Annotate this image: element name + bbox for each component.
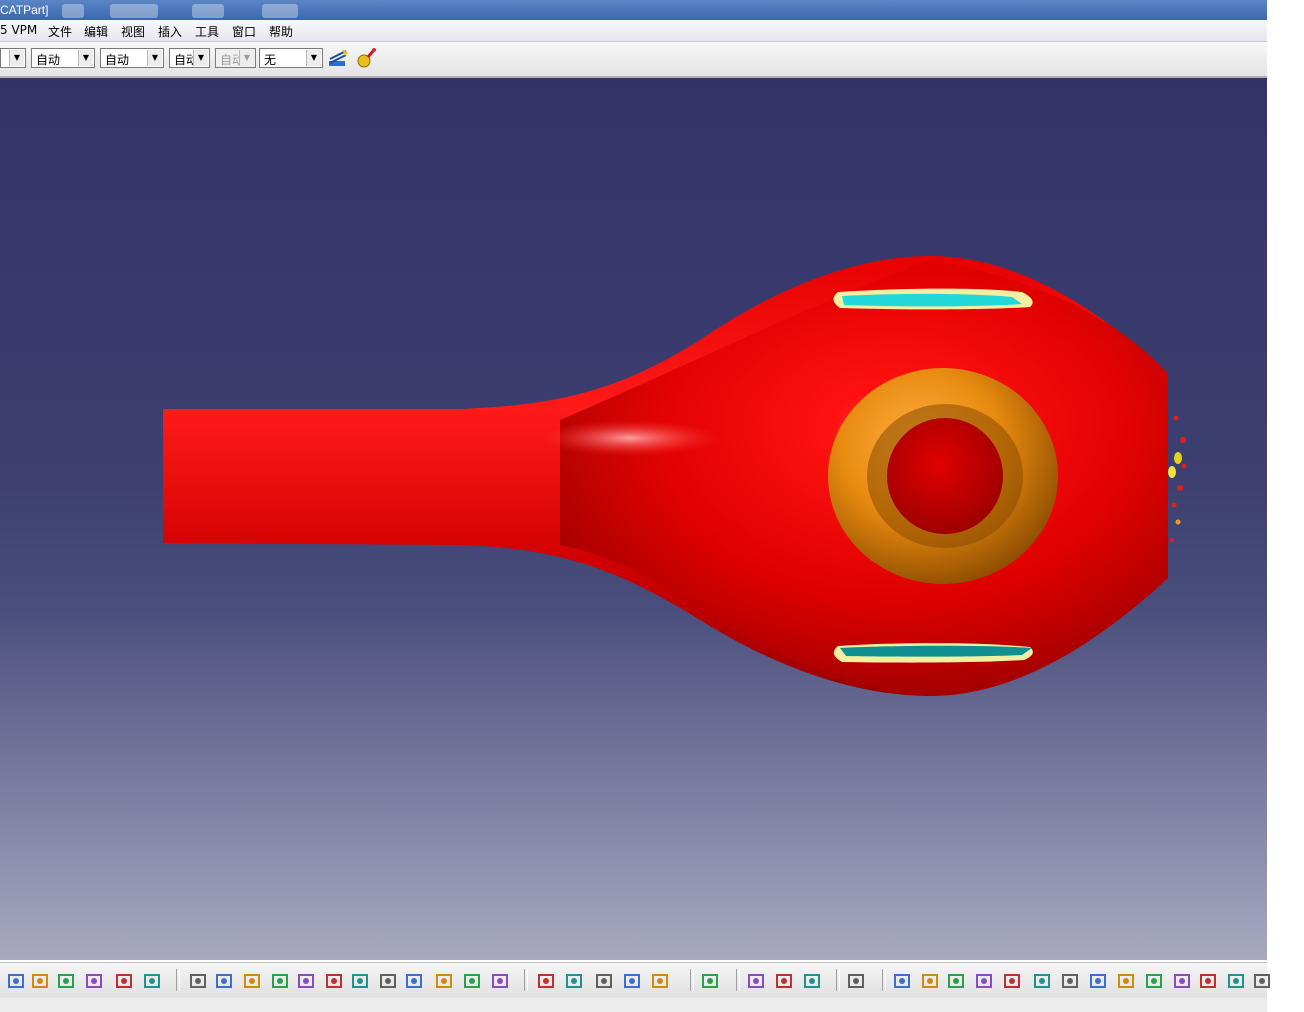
copy-icon[interactable] xyxy=(30,971,50,991)
taskbar-ghost xyxy=(62,4,84,18)
capture-icon[interactable] xyxy=(892,971,912,991)
paste-icon[interactable] xyxy=(56,971,76,991)
end-features xyxy=(1168,415,1187,542)
cube-icon[interactable] xyxy=(1088,971,1108,991)
bottom-toolbar xyxy=(0,962,1270,1000)
menu-bar: 5 VPM 文件 编辑 视图 插入 工具 窗口 帮助 xyxy=(0,20,1267,42)
toolbar-separator xyxy=(836,969,840,991)
dropdown-arrow-icon[interactable]: ▼ xyxy=(78,50,93,66)
dropdown-arrow-icon[interactable]: ▼ xyxy=(193,50,208,66)
menu-window[interactable]: 窗口 xyxy=(232,23,256,40)
title-bar: CATPart] xyxy=(0,0,1267,20)
menu-insert[interactable]: 插入 xyxy=(158,23,182,40)
light-icon[interactable] xyxy=(1198,971,1218,991)
dropdown-arrow-icon[interactable]: ▼ xyxy=(306,50,321,66)
shading-icon[interactable] xyxy=(434,971,454,991)
toolbar-separator xyxy=(176,969,180,991)
measure-item-icon[interactable] xyxy=(564,971,584,991)
taskbar-ghost xyxy=(110,4,158,18)
tolerance-icon[interactable] xyxy=(700,971,720,991)
grid-icon[interactable] xyxy=(1032,971,1052,991)
tree-expand-icon[interactable] xyxy=(1172,971,1192,991)
fly-mode-icon[interactable] xyxy=(188,971,208,991)
redo-icon[interactable] xyxy=(114,971,134,991)
toolbar-separator xyxy=(690,969,694,991)
rotate-icon[interactable] xyxy=(270,971,290,991)
dropdown-arrow-icon[interactable]: ▼ xyxy=(147,50,162,66)
pan-icon[interactable] xyxy=(242,971,262,991)
normal-view-icon[interactable] xyxy=(350,971,370,991)
tree-icon[interactable] xyxy=(1002,971,1022,991)
pattern-icon[interactable] xyxy=(622,971,642,991)
menu-vpm[interactable]: 5 VPM xyxy=(0,23,37,37)
menu-view[interactable]: 视图 xyxy=(121,23,145,40)
knowledge-icon[interactable] xyxy=(1144,971,1164,991)
whats-this-icon[interactable] xyxy=(142,971,162,991)
layer-combo[interactable]: 无 ▼ xyxy=(259,48,323,68)
menu-file[interactable]: 文件 xyxy=(48,23,72,40)
toolbar-separator xyxy=(882,969,886,991)
plane-icon[interactable] xyxy=(1252,971,1272,991)
sketch-icon[interactable] xyxy=(1116,971,1136,991)
part-model[interactable] xyxy=(0,78,1267,960)
zoom-in-icon[interactable] xyxy=(296,971,316,991)
line-type-combo: 自动 ▼ xyxy=(215,48,256,68)
print-icon[interactable] xyxy=(746,971,766,991)
taskbar-ghost xyxy=(262,4,298,18)
taskbar-ghost xyxy=(192,4,224,18)
bottle-icon[interactable] xyxy=(846,971,866,991)
apply-material-icon[interactable] xyxy=(354,47,378,71)
multi-view-icon[interactable] xyxy=(378,971,398,991)
cut-icon[interactable] xyxy=(6,971,26,991)
measure-between-icon[interactable] xyxy=(774,971,794,991)
properties-toolbar: ▼ 自动 ▼ 自动 ▼ 自动 ▼ 自动 ▼ 无 ▼ xyxy=(0,42,1267,78)
render-style-icon[interactable] xyxy=(490,971,510,991)
transparency-combo[interactable]: 自动 ▼ xyxy=(100,48,164,68)
line-weight-combo[interactable]: 自动 ▼ xyxy=(169,48,210,68)
part-icon[interactable] xyxy=(650,971,670,991)
zoom-out-icon[interactable] xyxy=(324,971,344,991)
axis-icon[interactable] xyxy=(974,971,994,991)
window-title: CATPart] xyxy=(0,3,49,17)
dropdown-arrow-icon[interactable]: ▼ xyxy=(9,50,24,66)
rotate-view-icon[interactable] xyxy=(920,971,940,991)
partial-combo[interactable]: ▼ xyxy=(0,48,26,68)
right-margin xyxy=(1267,0,1304,1012)
measure-inertia-icon[interactable] xyxy=(802,971,822,991)
hole-icon[interactable] xyxy=(594,971,614,991)
center-hole xyxy=(887,418,1003,534)
color-combo[interactable]: 自动 ▼ xyxy=(31,48,95,68)
3d-viewport[interactable] xyxy=(0,78,1267,960)
menu-edit[interactable]: 编辑 xyxy=(84,23,108,40)
list-icon[interactable] xyxy=(1226,971,1246,991)
menu-tools[interactable]: 工具 xyxy=(195,23,219,40)
undo-icon[interactable] xyxy=(84,971,104,991)
menu-help[interactable]: 帮助 xyxy=(269,23,293,40)
hand-icon[interactable] xyxy=(946,971,966,991)
toolbar-separator xyxy=(736,969,740,991)
iso-view-icon[interactable] xyxy=(404,971,424,991)
toolbar-separator xyxy=(524,969,528,991)
measure-icon[interactable] xyxy=(536,971,556,991)
paint-brush-icon[interactable] xyxy=(326,47,350,71)
dropdown-arrow-icon: ▼ xyxy=(239,50,254,66)
cylinder-icon[interactable] xyxy=(1060,971,1080,991)
fit-all-icon[interactable] xyxy=(214,971,234,991)
status-bar xyxy=(0,998,1267,1012)
shading-edges-icon[interactable] xyxy=(462,971,482,991)
